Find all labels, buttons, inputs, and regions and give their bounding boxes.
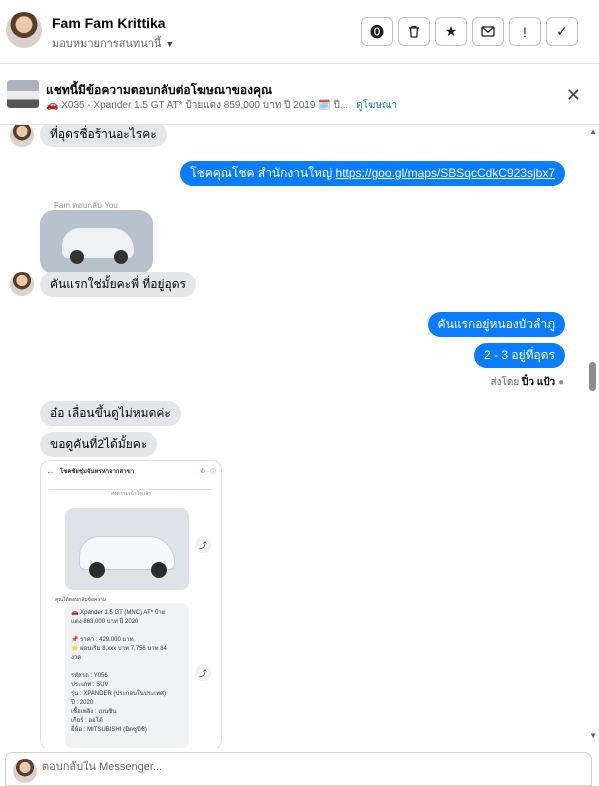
card-line: ปี : 2020 [71,700,94,706]
star-icon: ★ [444,23,458,39]
card-line: งวด [71,655,82,661]
share-icon: ⤴ [195,537,211,553]
message-thread[interactable]: ที่อุดรชื่อร้านอะไรคะ โชคคุณโชค สำนักงาน… [0,125,599,748]
message-bubble: คันแรกใช่มั้ยคะพี่ ที่อยู่อุดร [40,272,196,297]
card-line: 📌 ราคา : 429,000 บาท [71,637,134,643]
replied-image[interactable] [40,210,153,274]
car-icon: 🚗 [46,100,62,111]
scroll-down-icon[interactable]: ▼ [589,731,597,740]
header-actions: ⓿ ★ ! ✓ [361,17,578,46]
car-photo [65,508,189,590]
conversation-panel: Fam Fam Krittika มอบหมายการสนทนานี้ ▼ ⓿ ★… [0,0,599,786]
card-line: รุ่น : XPANDER (ประกอบในประเทศ) [71,691,166,697]
screenshot-header: ← โชคชัยชุ่มจันทรหาจากสาขา ✆ ⓘ [41,461,221,481]
info-icon: ⓘ [209,469,216,476]
maps-link[interactable]: https://goo.gl/maps/SBSqcCdkC923sjbx7 [336,166,555,180]
caret-down-icon: ▼ [165,39,175,49]
card-line: 🚗 Xpander 1.5 GT (MNC) AT* ป้าย [71,610,166,616]
message-bubble: 2 - 3 อยู่ที่อุดร [474,343,565,368]
contact-name[interactable]: Fam Fam Krittika [52,15,166,31]
exclamation-icon: ! [523,23,527,40]
sent-by-label: ส่งโดย ปิ๋ว แป้ว ● [491,375,564,390]
ad-subtitle-text: X035 - Xpander 1.5 GT AT* ป้ายแดง 859,00… [61,100,349,111]
view-ad-link[interactable]: ดูโฆษณา [356,100,397,111]
star-button[interactable]: ★ [435,17,467,46]
share-icon: ⤴ [195,665,211,681]
card-line: ยี่ห้อ : MITSUBISHI (มิตซูบิชิ) [71,727,147,733]
ad-thumbnail [7,80,39,108]
sent-by-name: ปิ๋ว แป้ว [522,377,556,388]
message-bubble: โชคคุณโชค สำนักงานใหญ่ https://goo.gl/ma… [180,161,565,186]
card-line [71,663,183,672]
trash-icon [409,25,419,38]
reply-composer [5,752,592,786]
wheel [151,562,167,578]
report-icon: ⓿ [370,23,384,40]
card-line: ⭐ ผ่อนเริ่ม 8,xxx บาท 7,756 บาท 84 [71,646,167,652]
message-bubble: ขอดูคันที่2ได้มั้ยคะ [40,432,158,457]
wheel [70,250,84,264]
card-line: ประเภท : SUV [71,682,109,688]
mail-button[interactable] [472,17,504,46]
contact-avatar [10,272,34,296]
mark-done-button[interactable]: ✓ [546,17,578,46]
conversation-header: Fam Fam Krittika มอบหมายการสนทนานี้ ▼ ⓿ ★… [0,0,599,64]
spam-button[interactable]: ! [509,17,541,46]
ad-reply-banner: แชทนี้มีข้อความตอบกลับต่อโฆษณาของคุณ 🚗 X… [0,65,599,125]
back-arrow-icon: ← [46,466,55,476]
contact-avatar [10,125,34,147]
wheel [89,562,105,578]
message-text: โชคคุณโชค สำนักงานใหญ่ [190,166,333,180]
message-bubble: ที่อุดรชื่อร้านอะไรคะ [40,125,167,147]
screenshot-separator: ส่งความเข้าใจแล้ว [49,489,213,498]
card-line: เชื้อเพลิง : เบนซิน [71,709,117,715]
card-line: แดง 863,000 บาท ปี 2020 [71,619,139,625]
scroll-up-icon[interactable]: ▲ [589,127,597,136]
message-bubble: อ๋อ เลื่อนขึ้นดูไม่หมดค่ะ [40,401,181,426]
screenshot-title: โชคชัยชุ่มจันทรหาจากสาขา [60,469,135,475]
avatar[interactable] [6,12,42,48]
help-icon[interactable]: ● [558,377,564,388]
message-bubble: คันแรกอยู่หนองบัวลำภู [427,312,565,337]
mail-icon [481,26,495,37]
close-icon[interactable]: ✕ [566,85,581,106]
reply-input[interactable] [42,761,562,773]
sent-by-prefix: ส่งโดย [490,377,520,388]
shared-screenshot[interactable]: ← โชคชัยชุ่มจันทรหาจากสาขา ✆ ⓘ ส่งความเข… [40,460,222,748]
card-line [71,627,183,636]
assign-dropdown[interactable]: มอบหมายการสนทนานี้ ▼ [52,34,174,52]
wheel [114,250,128,264]
card-line: รหัสรถ : Y056 [71,673,108,679]
delete-button[interactable] [398,17,430,46]
report-button[interactable]: ⓿ [361,17,393,46]
car-details-card: 🚗 Xpander 1.5 GT (MNC) AT* ป้ายแดง 863,0… [65,603,189,748]
ad-banner-subtitle: 🚗 X035 - Xpander 1.5 GT AT* ป้ายแดง 859,… [46,98,397,113]
page-avatar [13,759,37,783]
assign-label: มอบหมายการสนทนานี้ [52,38,162,50]
scrollbar-thumb[interactable] [589,362,596,391]
card-line: เกียร์ : ออโต้ [71,718,103,724]
phone-icon: ✆ [199,468,205,475]
check-icon: ✓ [556,23,568,39]
